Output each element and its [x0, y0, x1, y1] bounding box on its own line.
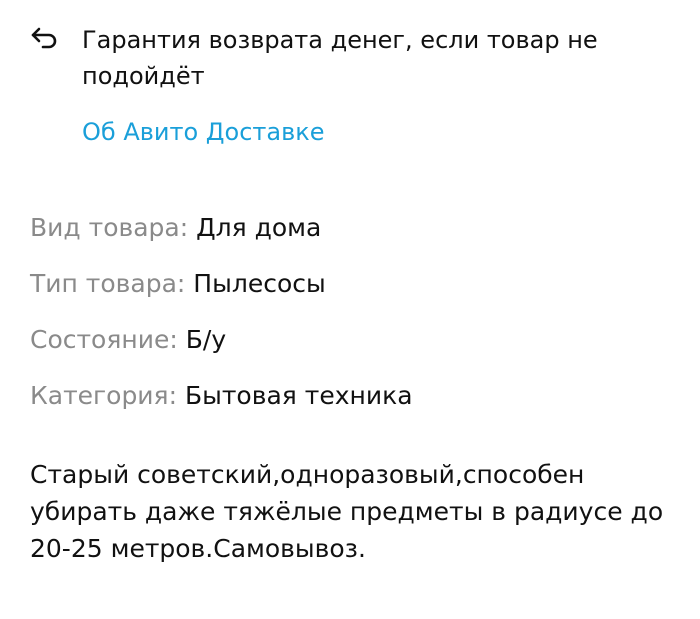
param-value: Для дома [196, 213, 322, 242]
item-description: Старый советский,одноразовый,способен уб… [30, 460, 664, 563]
param-row-item-type: Тип товара: Пылесосы [30, 264, 413, 320]
param-label: Категория: [30, 381, 178, 410]
param-row-category: Категория: Бытовая техника [30, 376, 413, 432]
param-value: Бытовая техника [184, 381, 413, 410]
param-label: Состояние: [30, 325, 178, 354]
return-arrow-icon [31, 27, 57, 49]
avito-delivery-link[interactable]: Об Авито Доставке [82, 114, 325, 150]
param-row-condition: Состояние: Б/у [30, 320, 413, 376]
item-parameters: Вид товара: Для дома Тип товара: Пылесос… [30, 208, 413, 432]
param-value: Б/у [185, 325, 227, 354]
param-label: Вид товара: [30, 213, 189, 242]
money-back-guarantee: Гарантия возврата денег, если товар не п… [30, 22, 602, 94]
param-row-item-kind: Вид товара: Для дома [30, 208, 413, 264]
guarantee-text: Гарантия возврата денег, если товар не п… [82, 26, 598, 90]
param-value: Пылесосы [193, 269, 326, 298]
param-label: Тип товара: [30, 269, 186, 298]
